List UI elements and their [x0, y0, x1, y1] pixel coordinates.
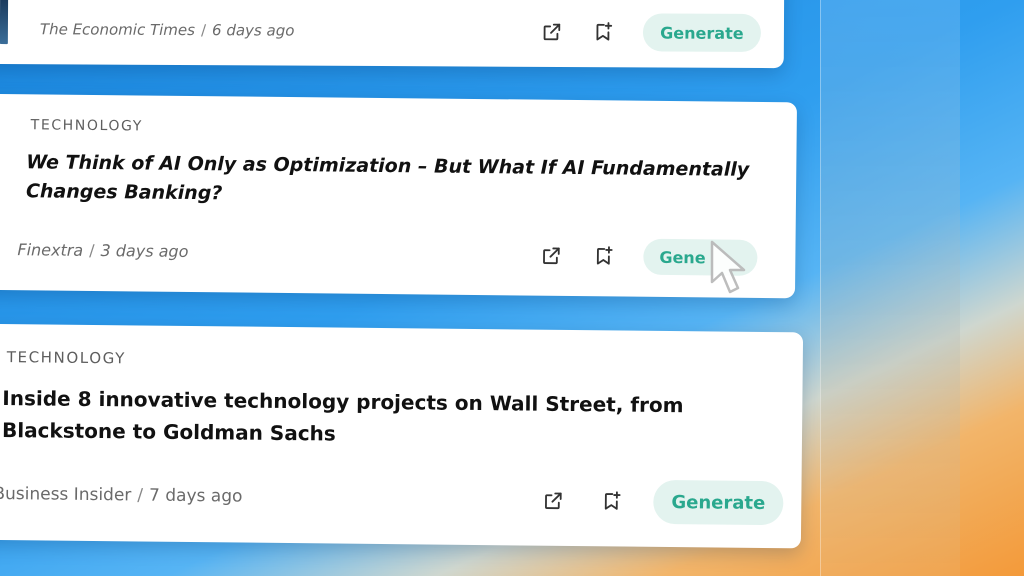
- article-meta: Finextra/3 days ago: [17, 240, 188, 261]
- generate-button[interactable]: Gene: [643, 238, 758, 276]
- article-thumbnail: [0, 0, 9, 45]
- news-card-business-insider[interactable]: TECHNOLOGY Inside 8 innovative technolog…: [0, 323, 804, 549]
- bookmark-add-icon[interactable]: [599, 489, 623, 513]
- meta-separator: /: [200, 21, 207, 40]
- card-actions: Gene: [539, 238, 758, 276]
- article-category: TECHNOLOGY: [6, 348, 126, 368]
- generate-button[interactable]: Generate: [642, 13, 762, 53]
- article-category: TECHNOLOGY: [30, 117, 144, 135]
- article-source: Business Insider: [0, 483, 132, 506]
- article-title[interactable]: We Think of AI Only as Optimization – Bu…: [26, 148, 767, 213]
- meta-separator: /: [89, 240, 95, 260]
- card-actions: Generate: [540, 13, 762, 53]
- bookmark-add-icon[interactable]: [591, 244, 615, 268]
- article-title[interactable]: Inside 8 innovative technology projects …: [2, 382, 763, 454]
- generate-button[interactable]: Generate: [653, 479, 784, 526]
- article-meta: The Economic Times/6 days ago: [40, 20, 295, 39]
- card-actions: Generate: [541, 479, 784, 526]
- bookmark-add-icon[interactable]: [591, 20, 615, 44]
- background-glass-pane: [820, 0, 960, 576]
- article-source: The Economic Times: [39, 20, 196, 40]
- article-meta: Business Insider/7 days ago: [0, 484, 243, 507]
- article-time: 7 days ago: [148, 485, 243, 507]
- news-card-finextra[interactable]: TECHNOLOGY We Think of AI Only as Optimi…: [0, 93, 798, 299]
- external-link-icon[interactable]: [539, 244, 563, 268]
- article-time: 3 days ago: [100, 241, 189, 261]
- meta-separator: /: [137, 485, 144, 506]
- article-time: 6 days ago: [211, 21, 295, 40]
- article-source: Finextra: [17, 240, 84, 260]
- news-card-economic-times[interactable]: The Economic Times/6 days ago Generate: [0, 0, 785, 69]
- external-link-icon[interactable]: [540, 20, 564, 44]
- external-link-icon[interactable]: [541, 489, 565, 513]
